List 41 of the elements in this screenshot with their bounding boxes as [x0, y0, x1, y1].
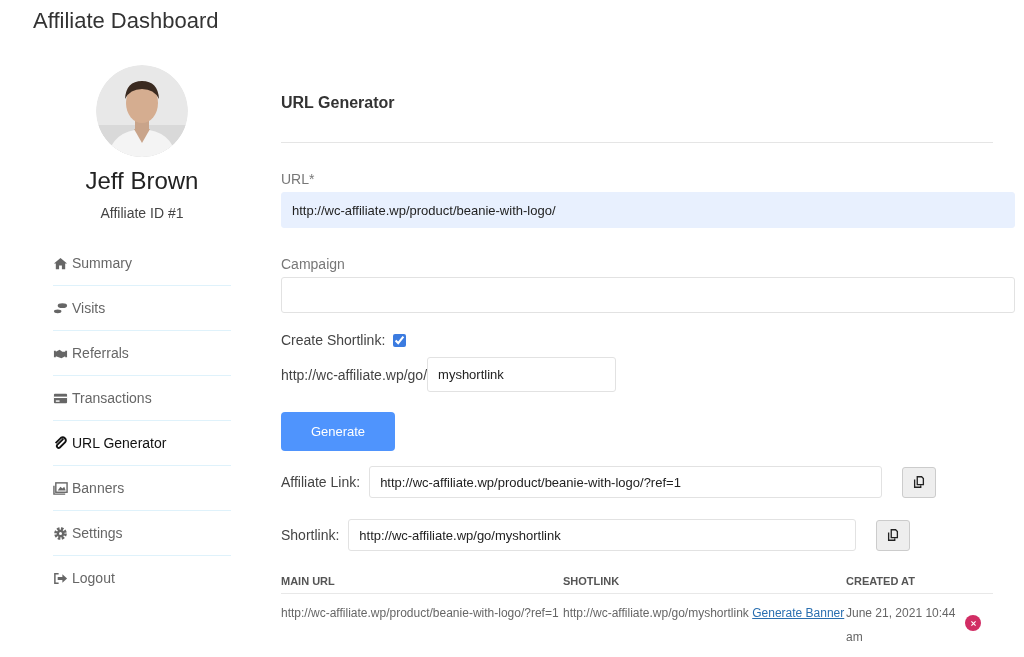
page-title: Affiliate Dashboard — [32, 7, 220, 35]
close-icon — [969, 619, 977, 627]
sidebar-item[interactable]: Banners — [53, 466, 231, 511]
campaign-field[interactable] — [281, 277, 1015, 313]
campaign-label: Campaign — [281, 256, 345, 272]
sidebar-item[interactable]: URL Generator — [53, 421, 231, 466]
table-cell: June 21, 2021 10:44 am — [846, 606, 956, 644]
shortlink-prefix: http://wc-affiliate.wp/go/ — [281, 366, 428, 383]
section-title: URL Generator — [281, 93, 395, 113]
sidebar-item[interactable]: Visits — [53, 286, 231, 331]
logout-icon — [53, 570, 68, 586]
delete-button[interactable] — [965, 615, 981, 631]
copy-button[interactable] — [902, 466, 937, 498]
affiliate-link-label: Affiliate Link: — [281, 474, 361, 490]
column-header: CREATED AT — [846, 575, 915, 587]
generate-banner-link[interactable]: Generate Banner — [752, 606, 845, 620]
shortlink-field[interactable]: myshortlink — [427, 357, 617, 392]
column-header: MAIN URL — [281, 575, 335, 587]
sidebar-item[interactable]: Summary — [53, 241, 231, 286]
sidebar-item[interactable]: Transactions — [53, 376, 231, 421]
column-header: SHOTLINK — [563, 575, 620, 587]
affiliate-id: Affiliate ID #1 — [100, 205, 184, 221]
copy-button[interactable] — [876, 519, 911, 551]
image-icon — [53, 480, 68, 496]
table-cell: http://wc-affiliate.wp/product/beanie-with-logo/?ref=1 — [281, 606, 559, 620]
affiliate-link-field[interactable]: http://wc-affiliate.wp/product/beanie-with-logo/?ref=1 — [369, 466, 883, 498]
shortlink-output-field[interactable]: http://wc-affiliate.wp/go/myshortlink — [348, 519, 857, 551]
create-shortlink-label: Create Shortlink: — [281, 332, 386, 348]
footprints-icon — [53, 300, 68, 316]
sidebar-item[interactable]: Logout — [53, 556, 231, 600]
checkbox[interactable] — [393, 333, 407, 347]
table-cell: http://wc-affiliate.wp/go/myshortlink — [563, 606, 749, 620]
affiliate-name: Jeff Brown — [85, 167, 199, 195]
home-icon — [53, 255, 68, 271]
url-label: URL* — [281, 171, 315, 187]
paperclip-icon — [53, 435, 68, 451]
settings-icon — [53, 525, 68, 541]
sidebar-item[interactable]: Referrals — [53, 331, 231, 376]
url-field[interactable]: http://wc-affiliate.wp/product/beanie-with-logo/ — [281, 192, 1015, 228]
shortlink-label: Shortlink: — [281, 527, 340, 543]
sidebar-item[interactable]: Settings — [53, 511, 231, 556]
